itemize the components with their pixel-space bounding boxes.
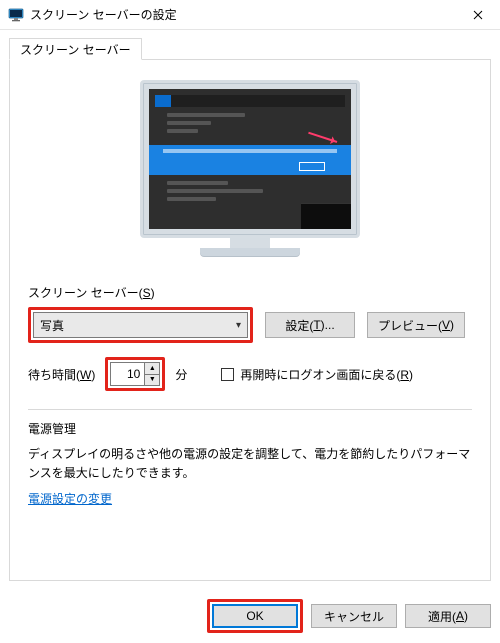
apply-button[interactable]: 適用(A): [405, 604, 491, 628]
wait-input[interactable]: [110, 362, 144, 386]
screensaver-group-label: スクリーン セーバー(S): [28, 284, 472, 301]
tab-strip: スクリーン セーバー: [9, 38, 491, 60]
client-area: スクリーン セーバー: [0, 30, 500, 590]
checkbox-label: 再開時にログオン画面に戻る(R): [240, 366, 413, 383]
resume-logon-checkbox[interactable]: 再開時にログオン画面に戻る(R): [221, 366, 413, 383]
ok-button[interactable]: OK: [212, 604, 298, 628]
wait-unit: 分: [175, 366, 187, 383]
power-settings-link[interactable]: 電源設定の変更: [28, 490, 112, 507]
wait-label: 待ち時間(W): [28, 366, 95, 383]
separator: [28, 409, 472, 410]
checkbox-box: [221, 368, 234, 381]
highlight-wait-spinner: ▲ ▼: [105, 357, 165, 391]
dialog-footer: OK キャンセル 適用(A): [9, 599, 491, 633]
chevron-down-icon: ▾: [236, 320, 241, 331]
tab-label: スクリーン セーバー: [20, 41, 131, 58]
preview-monitor: [28, 80, 472, 256]
combobox-value: 写真: [40, 317, 64, 334]
settings-button[interactable]: 設定(T)...: [265, 312, 355, 338]
highlight-ok: OK: [207, 599, 303, 633]
preview-button[interactable]: プレビュー(V): [367, 312, 465, 338]
tab-panel: スクリーン セーバー(S) 写真 ▾ 設定(T)... プレビュー(V) 待ち時…: [9, 59, 491, 581]
close-icon: [473, 10, 483, 20]
close-button[interactable]: [455, 0, 500, 30]
screensaver-preview: [149, 89, 351, 229]
screensaver-combobox[interactable]: 写真 ▾: [33, 312, 248, 338]
spinner-up[interactable]: ▲: [145, 363, 159, 374]
power-management-text: ディスプレイの明るさや他の電源の設定を調整して、電力を節約したりパフォーマンスを…: [28, 445, 472, 482]
spinner-down[interactable]: ▼: [145, 374, 159, 386]
title-bar: スクリーン セーバーの設定: [0, 0, 500, 30]
cancel-button[interactable]: キャンセル: [311, 604, 397, 628]
window-title: スクリーン セーバーの設定: [30, 6, 455, 23]
power-management-title: 電源管理: [28, 420, 472, 437]
wait-spinner[interactable]: ▲ ▼: [110, 362, 160, 386]
highlight-combo: 写真 ▾: [28, 307, 253, 343]
app-icon: [8, 7, 24, 23]
tab-screensaver[interactable]: スクリーン セーバー: [9, 38, 142, 60]
